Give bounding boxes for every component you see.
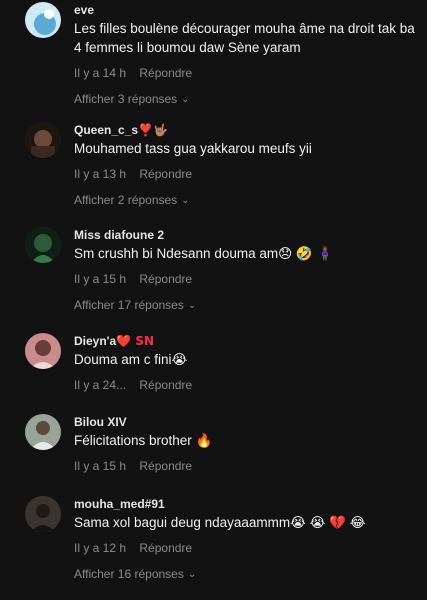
comment-meta: Il y a 13 h Répondre	[74, 166, 419, 182]
comment-text: Les filles boulène décourager mouha âme …	[74, 21, 415, 55]
avatar[interactable]	[25, 122, 61, 158]
reply-button[interactable]: Répondre	[139, 459, 192, 473]
avatar[interactable]	[25, 414, 61, 450]
show-replies-button[interactable]: Afficher 3 réponses ⌄	[74, 91, 419, 109]
chevron-down-icon: ⌄	[187, 300, 197, 311]
timestamp: Il y a 15 h	[74, 272, 127, 286]
timestamp: Il y a 14 h	[74, 66, 127, 80]
username-emoji: ❤️ SN	[116, 334, 155, 348]
reply-button[interactable]: Répondre	[139, 378, 192, 392]
username-text: Queen_c_s	[74, 123, 139, 137]
show-replies-button[interactable]: Afficher 2 réponses ⌄	[74, 192, 419, 210]
reply-button[interactable]: Répondre	[139, 167, 192, 181]
reply-button[interactable]: Répondre	[139, 541, 192, 555]
chevron-down-icon: ⌄	[181, 94, 190, 105]
username[interactable]: Miss diafoune 2	[74, 227, 419, 243]
reply-button[interactable]: Répondre	[139, 272, 192, 286]
avatar[interactable]	[25, 227, 61, 263]
avatar[interactable]	[25, 2, 61, 38]
username-emoji: ❣️🤟🏽	[138, 123, 168, 137]
comment-meta: Il y a 12 h Répondre	[74, 540, 419, 556]
timestamp: Il y a 13 h	[74, 167, 127, 181]
show-replies-label: Afficher 3 réponses	[74, 92, 178, 106]
comment-text: Sm crushh bi Ndesann douma am😞 🤣 🧍🏾‍♀️	[74, 246, 334, 261]
comment-text: Félicitations brother 🔥	[74, 433, 213, 448]
show-replies-label: Afficher 2 réponses	[74, 193, 178, 207]
username[interactable]: Queen_c_s❣️🤟🏽	[74, 122, 419, 138]
timestamp: Il y a 12 h	[74, 541, 127, 555]
username[interactable]: Bilou XIV	[74, 414, 419, 430]
reply-button[interactable]: Répondre	[139, 66, 192, 80]
avatar[interactable]	[25, 333, 61, 369]
comment-meta: Il y a 24... Répondre	[74, 377, 419, 393]
comment-meta: Il y a 15 h Répondre	[74, 458, 419, 474]
show-replies-label: Afficher 17 réponses	[74, 298, 184, 312]
chevron-down-icon: ⌄	[187, 569, 197, 580]
timestamp: Il y a 24...	[74, 378, 127, 392]
show-replies-label: Afficher 16 réponses	[74, 567, 184, 581]
username[interactable]: mouha_med#91	[74, 496, 419, 512]
comment-text: Mouhamed tass gua yakkarou meufs yii	[74, 141, 312, 156]
comment-text: Sama xol bagui deug ndayaaammm😭 😭 💔 😂	[74, 515, 366, 530]
chevron-down-icon: ⌄	[181, 195, 190, 206]
username[interactable]: eve	[74, 2, 419, 18]
username-text: Dieyn'a	[74, 334, 117, 348]
comment-meta: Il y a 15 h Répondre	[74, 271, 419, 287]
timestamp: Il y a 15 h	[74, 459, 127, 473]
show-replies-button[interactable]: Afficher 16 réponses ⌄	[74, 566, 419, 584]
avatar[interactable]	[25, 496, 61, 532]
show-replies-button[interactable]: Afficher 17 réponses ⌄	[74, 297, 419, 315]
username[interactable]: Dieyn'a❤️ SN	[74, 333, 419, 349]
comment-meta: Il y a 14 h Répondre	[74, 65, 419, 81]
comment-text: Douma am c fini😭	[74, 352, 188, 367]
